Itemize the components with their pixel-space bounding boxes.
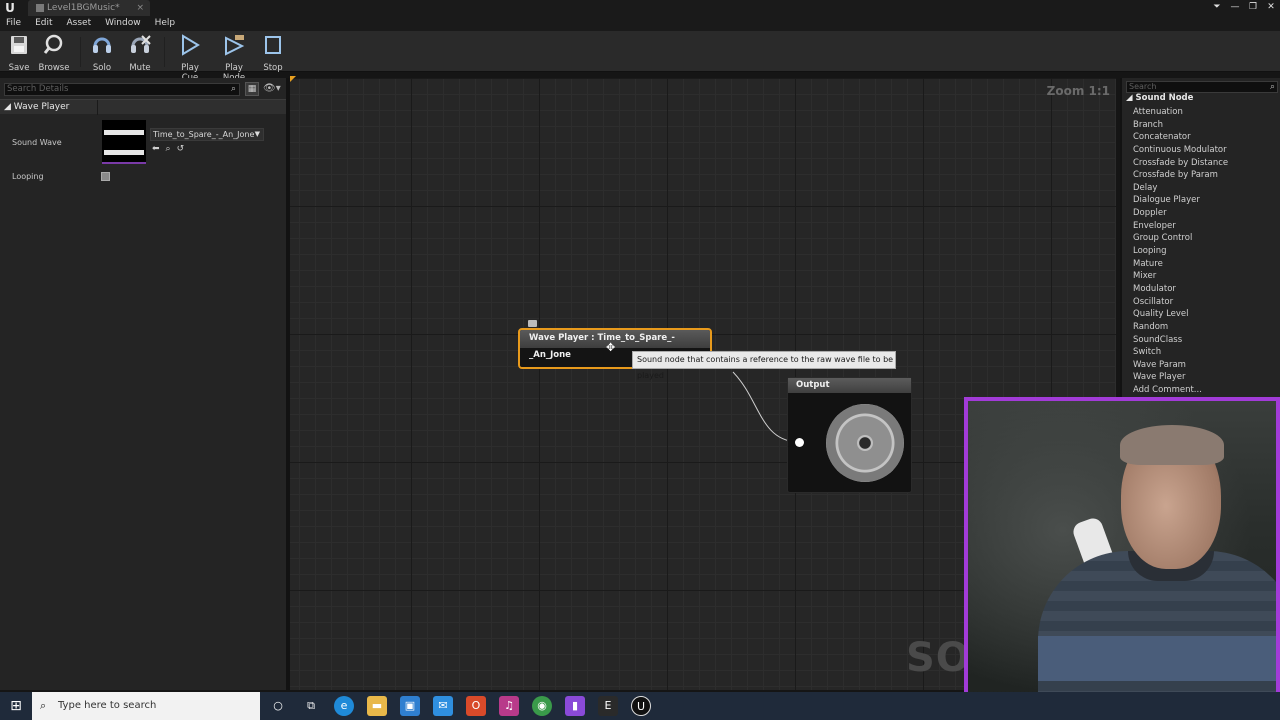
- palette-item-quality-level[interactable]: Quality Level: [1133, 308, 1228, 321]
- palette-item-group-control[interactable]: Group Control: [1133, 232, 1228, 245]
- taskbar-apps: ○ ⧉ e ▬ ▣ ✉ O ♫ ◉ ▮ E U: [268, 696, 651, 716]
- palette-item-crossfade-by-distance[interactable]: Crossfade by Distance: [1133, 157, 1228, 170]
- palette-search-placeholder: Search: [1129, 82, 1157, 91]
- palette-item-wave-param[interactable]: Wave Param: [1133, 359, 1228, 372]
- sweater-stripe: [1038, 636, 1276, 681]
- palette-category-title: Sound Node: [1135, 93, 1194, 103]
- node-comment-pin-icon[interactable]: [528, 320, 537, 327]
- taskbar-search-box[interactable]: ⌕ Type here to search: [32, 692, 260, 720]
- palette-item-switch[interactable]: Switch: [1133, 346, 1228, 359]
- palette-item-mixer[interactable]: Mixer: [1133, 270, 1228, 283]
- palette-item-add-comment[interactable]: Add Comment...: [1133, 384, 1228, 397]
- task-view-icon[interactable]: ⧉: [301, 696, 321, 716]
- start-button[interactable]: ⊞: [0, 692, 32, 720]
- chrome-icon[interactable]: ◉: [532, 696, 552, 716]
- node-tooltip: Sound node that contains a reference to …: [632, 351, 896, 380]
- output-input-pin[interactable]: [795, 438, 804, 447]
- office-icon[interactable]: O: [466, 696, 486, 716]
- palette-item-enveloper[interactable]: Enveloper: [1133, 220, 1228, 233]
- unreal-engine-icon[interactable]: U: [631, 696, 651, 716]
- speaker-icon: [826, 404, 904, 482]
- epic-games-icon[interactable]: E: [598, 696, 618, 716]
- palette-item-attenuation[interactable]: Attenuation: [1133, 106, 1228, 119]
- palette-item-wave-player[interactable]: Wave Player: [1133, 371, 1228, 384]
- palette-item-crossfade-by-param[interactable]: Crossfade by Param: [1133, 169, 1228, 182]
- palette-search-input[interactable]: Search ⌕: [1126, 81, 1278, 93]
- sound-cue-editor: U Level1BGMusic* × ⏷ — ❐ ✕ File Edit Ass…: [0, 0, 1280, 720]
- palette-item-doppler[interactable]: Doppler: [1133, 207, 1228, 220]
- palette-list: Attenuation Branch Concatenator Continuo…: [1133, 106, 1228, 397]
- taskbar-search-placeholder: Type here to search: [58, 700, 157, 711]
- cortana-icon[interactable]: ○: [268, 696, 288, 716]
- webcam-overlay: [964, 397, 1280, 719]
- palette-item-random[interactable]: Random: [1133, 321, 1228, 334]
- palette-item-mature[interactable]: Mature: [1133, 258, 1228, 271]
- store-icon[interactable]: ▣: [400, 696, 420, 716]
- windows-taskbar: ⊞ ⌕ Type here to search ○ ⧉ e ▬ ▣ ✉ O ♫ …: [0, 692, 1280, 720]
- palette-item-delay[interactable]: Delay: [1133, 182, 1228, 195]
- move-cursor-icon: ✥: [606, 341, 616, 354]
- mail-icon[interactable]: ✉: [433, 696, 453, 716]
- palette-item-soundclass[interactable]: SoundClass: [1133, 334, 1228, 347]
- palette-item-continuous-modulator[interactable]: Continuous Modulator: [1133, 144, 1228, 157]
- palette-item-looping[interactable]: Looping: [1133, 245, 1228, 258]
- palette-item-branch[interactable]: Branch: [1133, 119, 1228, 132]
- palette-item-oscillator[interactable]: Oscillator: [1133, 296, 1228, 309]
- palette-item-dialogue-player[interactable]: Dialogue Player: [1133, 194, 1228, 207]
- palette-category[interactable]: ◢ Sound Node: [1126, 93, 1193, 103]
- palette-item-modulator[interactable]: Modulator: [1133, 283, 1228, 296]
- search-icon: ⌕: [1269, 82, 1275, 92]
- search-icon: ⌕: [40, 699, 47, 712]
- output-node-title: Output: [788, 378, 911, 393]
- twitch-icon[interactable]: ▮: [565, 696, 585, 716]
- palette-item-concatenator[interactable]: Concatenator: [1133, 131, 1228, 144]
- file-explorer-icon[interactable]: ▬: [367, 696, 387, 716]
- headphones-app-icon[interactable]: ♫: [499, 696, 519, 716]
- edge-icon[interactable]: e: [334, 696, 354, 716]
- person-hair: [1120, 425, 1224, 465]
